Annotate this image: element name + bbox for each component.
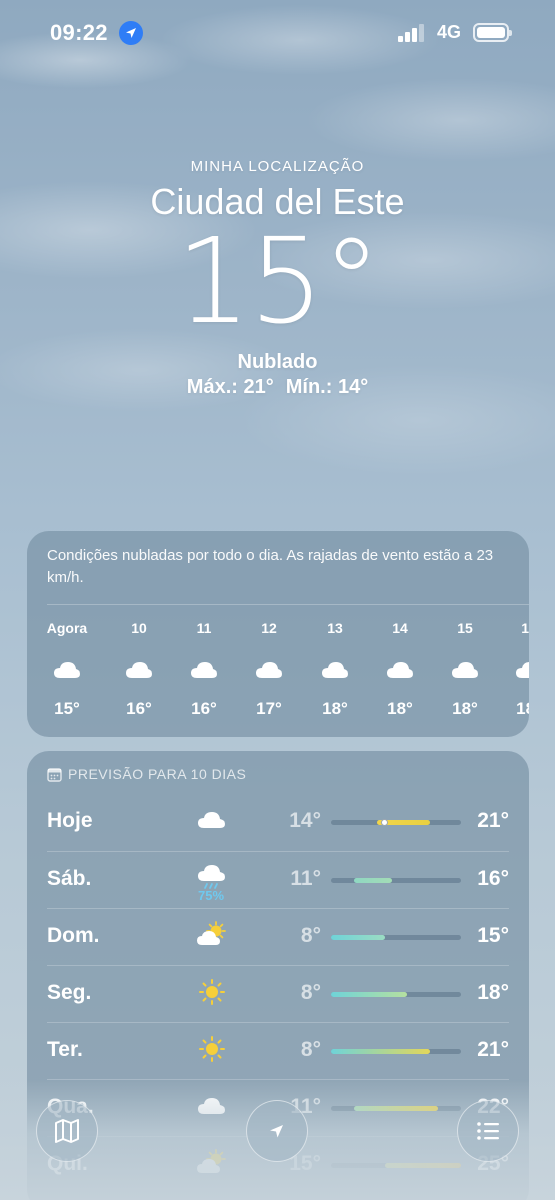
high-temp: 21° xyxy=(477,1038,509,1061)
hour-temp: 18° xyxy=(452,699,478,718)
ten-day-title: PREVISÃO PARA 10 DIAS xyxy=(68,766,247,782)
sun-behind-cloud-icon xyxy=(197,921,226,945)
cloud-icon xyxy=(452,662,478,678)
temp-range-track xyxy=(331,1106,461,1111)
low-temp: 11° xyxy=(290,867,321,890)
day-row[interactable]: Hoje 14° 21° xyxy=(47,794,509,851)
hour-label: 15 xyxy=(457,620,473,636)
calendar-icon xyxy=(47,767,62,782)
temp-range-track xyxy=(331,878,461,883)
signal-bars-icon xyxy=(398,24,428,42)
cloud-icon xyxy=(322,662,348,678)
hourly-scroll[interactable]: Agora 15° 10 16° 11 16° 12 17° 13 18° 14 18° 1… xyxy=(27,605,529,735)
cloud-icon xyxy=(387,662,413,678)
temp-range-bar xyxy=(331,935,385,940)
current-weather-header: MINHA LOCALIZAÇÃO Ciudad del Este 15° Nu… xyxy=(0,158,555,399)
day-name: Sáb. xyxy=(47,867,92,890)
temp-range-track xyxy=(331,1049,461,1054)
high-temp: 15° xyxy=(477,924,509,947)
cloud-icon xyxy=(54,662,80,678)
sun-behind-cloud-icon xyxy=(197,1149,226,1173)
hour-temp: 16° xyxy=(191,699,217,718)
day-row[interactable]: Dom. 8° 15° xyxy=(47,908,509,965)
high-low: Máx.: 21° Mín.: 14° xyxy=(0,376,555,399)
low-temp: Mín.: 14° xyxy=(285,376,369,398)
list-icon xyxy=(477,1122,499,1140)
hour-temp: 18° xyxy=(322,699,348,718)
low-temp: 8° xyxy=(300,924,321,947)
temp-range-track xyxy=(331,1163,461,1168)
low-temp: 8° xyxy=(300,981,321,1004)
current-condition: Nublado xyxy=(237,351,318,373)
day-name: Dom. xyxy=(47,924,100,947)
hour-item: 15 18° xyxy=(435,605,495,719)
low-temp: 14° xyxy=(289,809,321,832)
status-time: 09:22 xyxy=(50,20,108,45)
cloud-icon xyxy=(191,662,217,678)
location-label: MINHA LOCALIZAÇÃO xyxy=(190,158,365,175)
network-type: 4G xyxy=(437,22,462,42)
cloud-icon xyxy=(198,812,225,828)
hour-item: 13 18° xyxy=(305,605,365,719)
hour-label: 14 xyxy=(392,620,408,636)
temp-range-bar xyxy=(384,1163,461,1168)
day-row[interactable]: Ter. 8° 21° xyxy=(47,1022,509,1079)
location-arrow-icon xyxy=(119,21,143,45)
temp-range-bar xyxy=(353,878,393,883)
sun-icon xyxy=(199,1036,225,1062)
high-temp: 21° xyxy=(477,809,509,832)
hour-label: 16 xyxy=(521,620,529,636)
day-name: Ter. xyxy=(47,1038,83,1061)
precipitation-chance: 75% xyxy=(197,888,225,903)
hour-label: 11 xyxy=(196,620,212,636)
hour-label: 13 xyxy=(327,620,343,636)
temp-range-bar xyxy=(331,992,408,997)
current-temp-dot xyxy=(381,819,389,826)
locations-list-button[interactable] xyxy=(457,1100,519,1162)
hour-item: 16 18° xyxy=(499,605,529,719)
temp-range-bar xyxy=(353,1106,439,1111)
hour-label: 12 xyxy=(261,620,277,636)
cloud-icon xyxy=(198,1098,225,1114)
hourly-forecast-panel[interactable]: Condições nubladas por todo o dia. As ra… xyxy=(27,531,529,737)
current-temperature: 15° xyxy=(175,212,381,350)
location-arrow-icon xyxy=(270,1125,283,1138)
current-location-button[interactable] xyxy=(246,1100,308,1162)
battery-icon xyxy=(473,23,512,42)
day-name: Hoje xyxy=(47,809,93,832)
hour-temp: 15° xyxy=(54,699,80,718)
high-temp: 16° xyxy=(477,867,509,890)
temp-range-track xyxy=(331,935,461,940)
hour-temp: 17° xyxy=(256,699,282,718)
hourly-summary: Condições nubladas por todo o dia. As ra… xyxy=(47,547,494,586)
hour-item: Agora 15° xyxy=(37,605,97,719)
cloud-icon xyxy=(256,662,282,678)
hour-item: 12 17° xyxy=(239,605,299,719)
hour-label: Agora xyxy=(46,620,88,636)
hour-temp: 16° xyxy=(126,699,152,718)
sun-icon xyxy=(199,979,225,1005)
temp-range-track xyxy=(331,992,461,997)
map-button[interactable] xyxy=(36,1100,98,1162)
cloud-icon xyxy=(126,662,152,678)
ten-day-header: PREVISÃO PARA 10 DIAS xyxy=(27,751,529,782)
hour-temp: 18° xyxy=(387,699,413,718)
hour-item: 10 16° xyxy=(109,605,169,719)
high-temp: 18° xyxy=(477,981,509,1004)
hour-item: 14 18° xyxy=(370,605,430,719)
cloud-icon xyxy=(516,662,529,678)
day-name: Seg. xyxy=(47,981,92,1004)
map-icon xyxy=(55,1119,79,1143)
temp-range-bar xyxy=(331,1049,431,1054)
temp-range-track xyxy=(331,819,461,826)
day-row[interactable]: Sáb. 75% 11° 16° xyxy=(47,851,509,908)
day-row[interactable]: Seg. 8° 18° xyxy=(47,965,509,1022)
hour-temp: 18° xyxy=(516,699,529,718)
low-temp: 8° xyxy=(300,1038,321,1061)
high-temp: Máx.: 21° xyxy=(186,376,274,398)
hour-label: 10 xyxy=(131,620,147,636)
status-bar: 09:22 4G xyxy=(0,18,555,50)
hour-item: 11 16° xyxy=(174,605,234,719)
